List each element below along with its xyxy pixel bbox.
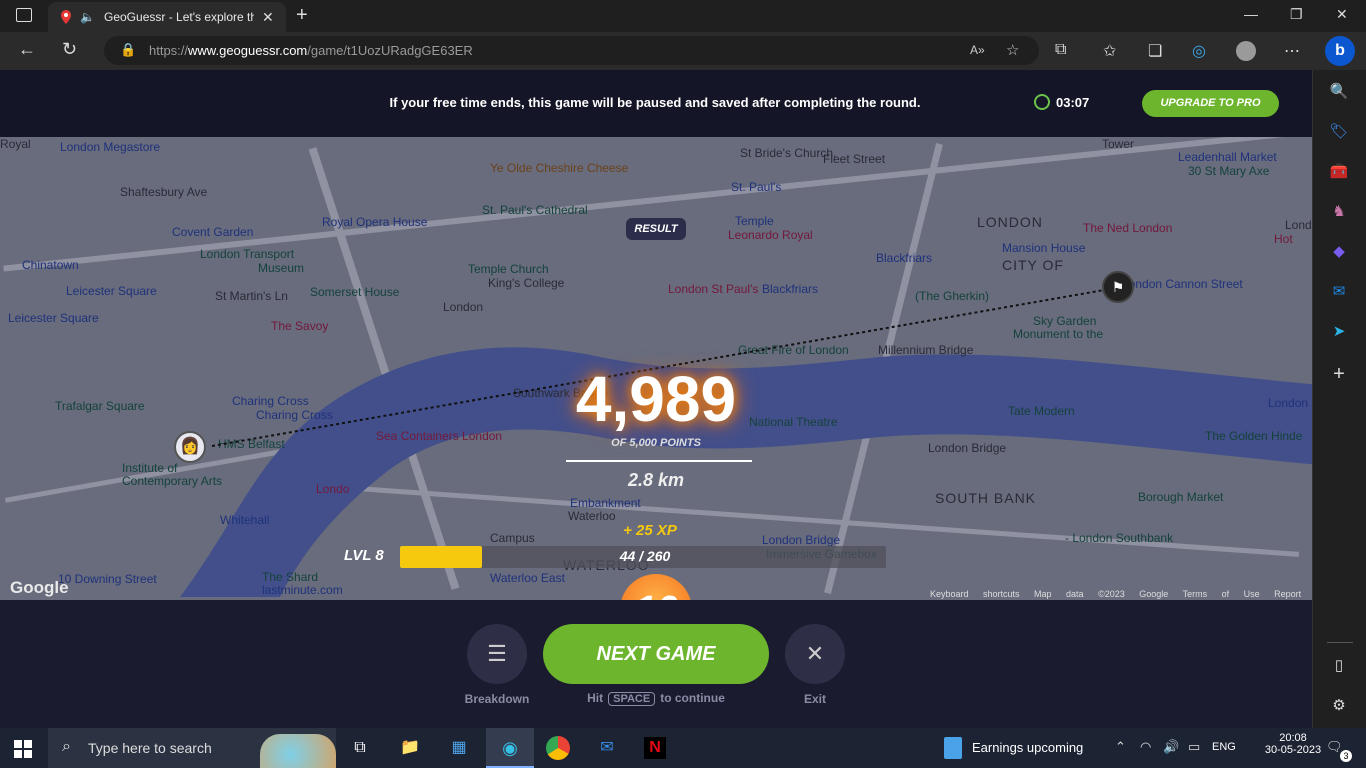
sidebar-tools-icon[interactable]: 🧰 [1329, 162, 1349, 182]
google-logo: Google [10, 578, 69, 597]
browser-toolbar: ← ↻ 🔒 https://www.geoguessr.com/game/t1U… [0, 32, 1366, 70]
browser-tab[interactable]: 🔈 GeoGuessr - Let's explore th ✕ [48, 2, 286, 32]
language-indicator[interactable]: ENG [1212, 741, 1236, 753]
speaker-icon[interactable]: 🔈 [80, 10, 96, 24]
close-tab-icon[interactable]: ✕ [262, 9, 274, 26]
more-menu-icon[interactable]: ⋯ [1284, 41, 1300, 61]
windows-start-icon[interactable] [14, 740, 32, 758]
sidebar-settings-icon[interactable]: ⚙ [1329, 696, 1349, 716]
sidebar-add-icon[interactable]: + [1329, 364, 1349, 384]
volume-icon[interactable]: 🔊 [1163, 739, 1179, 755]
stopwatch-icon [1034, 94, 1050, 110]
tab-title: GeoGuessr - Let's explore th [104, 10, 254, 24]
space-key-badge: SPACE [608, 692, 656, 706]
level-label: LVL 8 [344, 547, 384, 564]
restore-icon[interactable]: ❐ [1290, 6, 1303, 23]
sidebar-search-icon[interactable]: 🔍 [1329, 82, 1349, 102]
round-controls: ☰ Breakdown NEXT GAME Hit SPACE to continu… [0, 600, 1312, 728]
read-aloud-icon[interactable]: A» [970, 43, 985, 57]
correct-location-flag: ⚑ [1102, 271, 1134, 303]
search-highlight-image [260, 734, 336, 768]
stock-widget-icon[interactable] [944, 737, 962, 759]
score-underline [566, 460, 752, 462]
bing-chat-icon[interactable]: b [1325, 36, 1355, 66]
lock-icon[interactable]: 🔒 [120, 42, 136, 58]
wifi-icon[interactable]: ◠ [1140, 739, 1151, 755]
player-guess-avatar: 👩 [174, 431, 206, 463]
add-favorite-icon[interactable]: ☆ [1006, 41, 1019, 59]
next-game-button[interactable]: NEXT GAME [543, 624, 769, 684]
favorites-icon[interactable]: ✩ [1103, 41, 1116, 61]
free-timer: 03:07 [1034, 94, 1089, 110]
netflix-icon[interactable]: N [644, 737, 666, 759]
edge-active-app[interactable]: ◉ [486, 728, 534, 768]
xp-progress-fill [400, 546, 483, 568]
sidebar-games-icon[interactable]: ♞ [1329, 202, 1349, 222]
clock[interactable]: 20:08 30-05-2023 [1262, 732, 1324, 756]
sidebar-hide-icon[interactable]: ▯ [1329, 656, 1349, 676]
tab-actions-icon[interactable] [16, 8, 32, 22]
microsoft-store-icon[interactable]: ▦ [447, 736, 471, 760]
back-icon[interactable]: ← [18, 39, 36, 60]
sidebar-shopping-icon[interactable]: 🏷 [1329, 122, 1349, 142]
close-window-icon[interactable]: ✕ [1336, 6, 1348, 23]
new-tab-icon[interactable]: + [296, 4, 308, 27]
sidebar-outlook-icon[interactable]: ✉ [1329, 282, 1349, 302]
tray-chevron-icon[interactable]: ⌃ [1115, 739, 1126, 755]
windows-taskbar: ⌕ Type here to search ⧉ 📁 ▦ ◉ ✉ N Earnin… [0, 728, 1366, 768]
result-pill: RESULT [626, 218, 686, 240]
geoguessr-page: If your free time ends, this game will b… [0, 70, 1312, 728]
upgrade-to-pro-button[interactable]: UPGRADE TO PRO [1142, 90, 1279, 117]
breakdown-label: Breakdown [464, 692, 530, 706]
edge-sidebar: 🔍 🏷 🧰 ♞ ◆ ✉ ➤ + ▯ ⚙ [1312, 70, 1366, 728]
search-placeholder: Type here to search [88, 740, 212, 756]
sidebar-drop-icon[interactable]: ➤ [1329, 322, 1349, 342]
geoguessr-favicon-icon [61, 10, 71, 24]
exit-button[interactable]: ✕ [785, 624, 845, 684]
earnings-widget[interactable]: Earnings upcoming [972, 740, 1083, 755]
notification-count: 3 [1340, 750, 1352, 762]
mail-icon[interactable]: ✉ [595, 736, 619, 760]
breakdown-button[interactable]: ☰ [467, 624, 527, 684]
map-attribution[interactable]: Keyboard shortcuts Map data ©2023 Google… [930, 589, 1312, 600]
continue-hint: Hit SPACE to continue [587, 691, 725, 706]
collections-icon[interactable]: ❏ [1148, 41, 1162, 61]
exit-label: Exit [803, 692, 826, 706]
max-points-label: OF 5,000 POINTS [611, 437, 701, 449]
refresh-icon[interactable]: ↻ [62, 39, 77, 60]
sidebar-divider [1327, 642, 1353, 643]
round-score: 4,989 [575, 363, 737, 435]
xp-gain: + 25 XP [623, 522, 677, 539]
sidebar-office-icon[interactable]: ◆ [1329, 242, 1349, 262]
task-view-icon[interactable]: ⧉ [348, 736, 372, 760]
timer-value: 03:07 [1056, 94, 1090, 110]
file-explorer-icon[interactable]: 📁 [398, 736, 422, 760]
edge-feature-icon[interactable]: ◎ [1192, 41, 1206, 61]
guess-distance: 2.8 km [627, 470, 685, 490]
clock-time: 20:08 [1279, 732, 1307, 744]
result-map[interactable]: London Megastore Shaftesbury Ave Covent Ga… [0, 137, 1312, 600]
xp-count: 44 / 260 [619, 548, 671, 564]
banner-message: If your free time ends, this game will b… [389, 95, 921, 110]
url-text: https://www.geoguessr.com/game/t1UozURad… [149, 43, 473, 58]
address-bar[interactable]: 🔒 https://www.geoguessr.com/game/t1UozUR… [104, 36, 1039, 65]
minimize-icon[interactable]: — [1244, 6, 1258, 22]
profile-avatar[interactable] [1236, 41, 1256, 61]
extensions-icon[interactable]: ⧉ [1055, 41, 1066, 59]
search-icon: ⌕ [62, 738, 71, 755]
clock-date: 30-05-2023 [1264, 744, 1322, 756]
battery-icon[interactable]: ▭ [1188, 739, 1200, 755]
chrome-icon[interactable] [546, 736, 570, 760]
browser-tab-bar: 🔈 GeoGuessr - Let's explore th ✕ + — ❐ ✕ [0, 0, 1366, 32]
free-time-banner: If your free time ends, this game will b… [0, 70, 1312, 137]
taskbar-search[interactable]: ⌕ Type here to search [48, 728, 336, 768]
